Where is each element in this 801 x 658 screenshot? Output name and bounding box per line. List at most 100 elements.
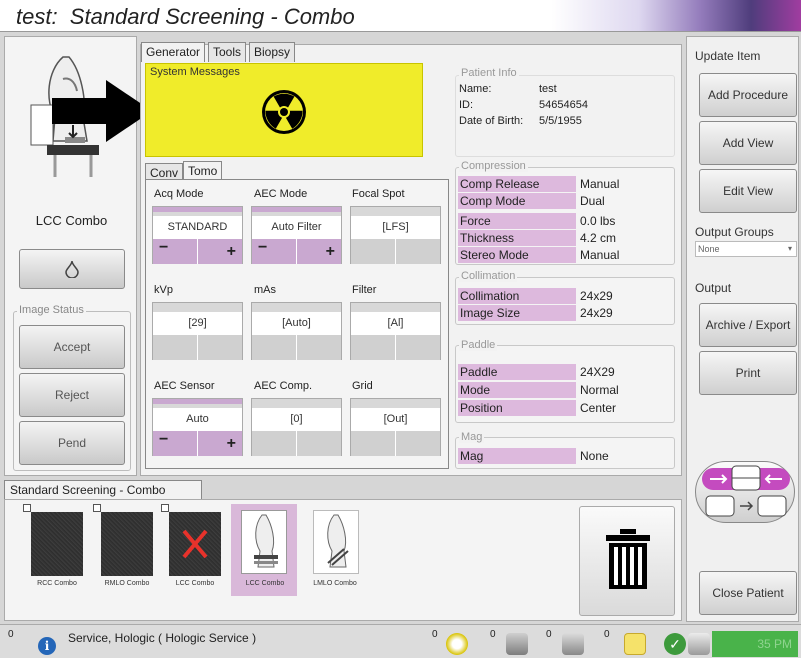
output-groups-value: None (698, 244, 720, 254)
filter-control[interactable]: [Al] (350, 302, 441, 360)
close-patient-button[interactable]: Close Patient (699, 571, 797, 615)
compression-label: Compression (459, 160, 528, 172)
paddle-shift-button[interactable] (695, 461, 795, 523)
status-count: 0 (432, 629, 438, 640)
thumbnail-checkbox[interactable] (23, 504, 31, 512)
system-messages-panel: System Messages (145, 63, 423, 157)
focal-spot-label: Focal Spot (352, 188, 405, 200)
kvp-value: [29] (153, 312, 242, 334)
patient-name-label: Name: (459, 83, 492, 95)
mag-label: Mag (459, 431, 485, 443)
acq-mode-value: STANDARD (153, 216, 242, 238)
print-button[interactable]: Print (699, 351, 797, 395)
acq-mode-increase-button[interactable]: + (197, 238, 242, 264)
view-illustration-icon (327, 514, 349, 568)
aec-sensor-increase-button[interactable]: + (197, 430, 242, 456)
procedure-tab[interactable]: Standard Screening - Combo (4, 480, 202, 500)
status-bar: 0 i Service, Hologic ( Hologic Service )… (0, 624, 801, 658)
image-status-label: Image Status (17, 304, 86, 316)
right-panel: Update Item Add Procedure Add View Edit … (686, 36, 799, 622)
output-groups-select[interactable]: None ▾ (695, 241, 797, 257)
pend-button[interactable]: Pend (19, 421, 125, 465)
paddle-shift-icon (702, 465, 790, 517)
mas-value: [Auto] (252, 312, 341, 334)
collimation-label: Collimation (459, 270, 518, 282)
title-bar: test: Standard Screening - Combo (0, 0, 801, 32)
output-groups-label: Output Groups (695, 225, 774, 239)
aec-mode-value: Auto Filter (252, 216, 341, 238)
thumbnail-rmlo[interactable]: RMLO Combo (93, 504, 157, 592)
trash-button[interactable] (579, 506, 675, 616)
aec-mode-label: AEC Mode (254, 188, 308, 200)
archive-export-button[interactable]: Archive / Export (699, 303, 797, 347)
add-procedure-button[interactable]: Add Procedure (699, 73, 797, 117)
filter-value: [Al] (351, 312, 440, 334)
patient-id: 54654654 (539, 99, 588, 111)
aec-sensor-label: AEC Sensor (154, 380, 215, 392)
patient-info-label: Patient Info (459, 67, 519, 79)
help-icon[interactable] (446, 633, 468, 655)
aec-mode-control[interactable]: Auto Filter − + (251, 206, 342, 264)
aec-sensor-control[interactable]: Auto − + (152, 398, 243, 456)
tab-biopsy[interactable]: Biopsy (249, 42, 296, 62)
window-title: test: Standard Screening - Combo (16, 4, 355, 29)
thumbnail-lcc-current[interactable]: LCC Combo (231, 504, 297, 596)
radiation-icon (262, 90, 306, 134)
aec-comp-label: AEC Comp. (254, 380, 313, 392)
message-count: 0 (8, 629, 14, 640)
arrow-right-icon (52, 80, 152, 142)
kvp-label: kVp (154, 284, 173, 296)
patient-id-label: ID: (459, 99, 474, 111)
tab-generator[interactable]: Generator (141, 42, 206, 62)
grid-control[interactable]: [Out] (350, 398, 441, 456)
aec-mode-decrease-button[interactable]: − (252, 238, 297, 264)
network-icon[interactable] (688, 633, 710, 655)
thumbnail-checkbox[interactable] (93, 504, 101, 512)
aec-comp-control[interactable]: [0] (251, 398, 342, 456)
notes-icon[interactable] (624, 633, 646, 655)
printer-icon[interactable] (562, 633, 584, 655)
generator-params: Acq Mode AEC Mode Focal Spot STANDARD − … (145, 179, 449, 469)
reject-x-icon (182, 529, 208, 559)
drop-icon (65, 260, 79, 278)
update-item-label: Update Item (695, 49, 761, 63)
aec-sensor-value: Auto (153, 408, 242, 430)
focal-spot-control[interactable]: [LFS] (350, 206, 441, 264)
density-button[interactable] (19, 249, 125, 289)
thumbnail-lmlo[interactable]: LMLO Combo (305, 508, 365, 592)
paddle-label: Paddle (459, 339, 498, 351)
status-count: 0 (604, 629, 610, 640)
patient-dob-label: Date of Birth: (459, 115, 524, 127)
info-icon[interactable]: i (38, 637, 56, 655)
mas-label: mAs (254, 284, 276, 296)
edit-view-button[interactable]: Edit View (699, 169, 797, 213)
add-view-button[interactable]: Add View (699, 121, 797, 165)
thumbnail-lcc-rejected[interactable]: LCC Combo (161, 504, 225, 592)
check-icon[interactable]: ✓ (664, 633, 686, 655)
grid-label: Grid (352, 380, 373, 392)
thumbnail-rcc[interactable]: RCC Combo (23, 504, 87, 592)
accept-button[interactable]: Accept (19, 325, 125, 369)
kvp-control[interactable]: [29] (152, 302, 243, 360)
acq-mode-decrease-button[interactable]: − (153, 238, 198, 264)
patient-dob: 5/5/1955 (539, 115, 582, 127)
grid-value: [Out] (351, 408, 440, 430)
reject-button[interactable]: Reject (19, 373, 125, 417)
thumbnail-checkbox[interactable] (161, 504, 169, 512)
tab-tools[interactable]: Tools (208, 42, 247, 62)
trash-icon (606, 529, 650, 589)
system-messages-label: System Messages (150, 66, 240, 78)
view-illustration-icon (254, 514, 278, 568)
chevron-down-icon: ▾ (787, 244, 792, 253)
title-decoration (551, 0, 801, 31)
aec-sensor-decrease-button[interactable]: − (153, 430, 198, 456)
paddle-group: Paddle 24X29 Mode Normal Position Center (455, 345, 675, 423)
center-panel: Generator Tools Biopsy System Messages C… (140, 42, 682, 476)
device-icon[interactable] (506, 633, 528, 655)
clock: 35 PM (712, 631, 798, 657)
acq-mode-control[interactable]: STANDARD − + (152, 206, 243, 264)
aec-mode-increase-button[interactable]: + (296, 238, 341, 264)
mag-group: Mag None (455, 437, 675, 469)
mas-control[interactable]: [Auto] (251, 302, 342, 360)
focal-spot-value: [LFS] (351, 216, 440, 238)
